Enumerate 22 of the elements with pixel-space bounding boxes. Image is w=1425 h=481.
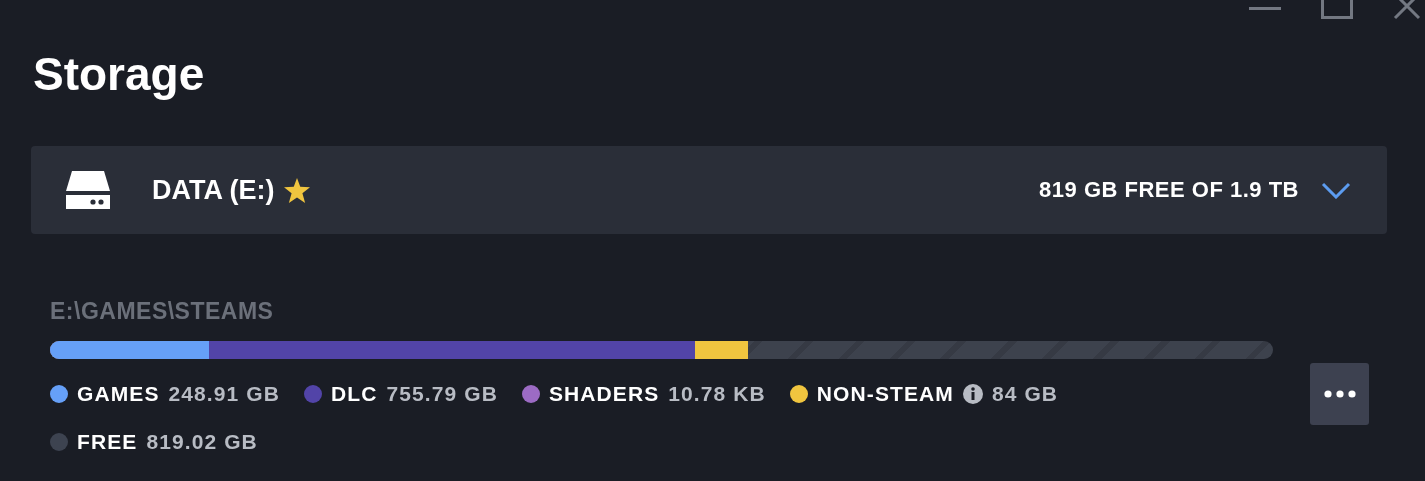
legend-label: FREE (77, 429, 138, 455)
info-icon[interactable] (962, 384, 983, 404)
folder-path: E:\GAMES\STEAMS (50, 298, 274, 325)
close-icon[interactable] (1393, 0, 1421, 20)
more-options-button[interactable] (1310, 363, 1369, 425)
chevron-down-icon[interactable] (1321, 181, 1351, 199)
page-title: Storage (33, 47, 206, 102)
legend-label: SHADERS (548, 381, 660, 407)
legend-value: 10.78 KB (668, 381, 766, 407)
legend-value: 84 GB (991, 381, 1059, 407)
legend-value: 755.79 GB (386, 381, 498, 407)
drive-selector[interactable]: DATA (E:) 819 GB FREE OF 1.9 TB (31, 146, 1387, 234)
ellipsis-icon (1323, 390, 1356, 398)
maximize-icon[interactable] (1321, 0, 1353, 19)
legend-label: NON-STEAM (816, 381, 954, 407)
drive-name: DATA (E:) (152, 174, 275, 206)
legend-label: GAMES (77, 381, 160, 407)
drive-icon (66, 171, 110, 209)
legend-value: 819.02 GB (146, 429, 258, 455)
drive-capacity: 819 GB FREE OF 1.9 TB (1039, 177, 1299, 203)
legend-value: 248.91 GB (168, 381, 280, 407)
legend-label: DLC (331, 381, 378, 407)
